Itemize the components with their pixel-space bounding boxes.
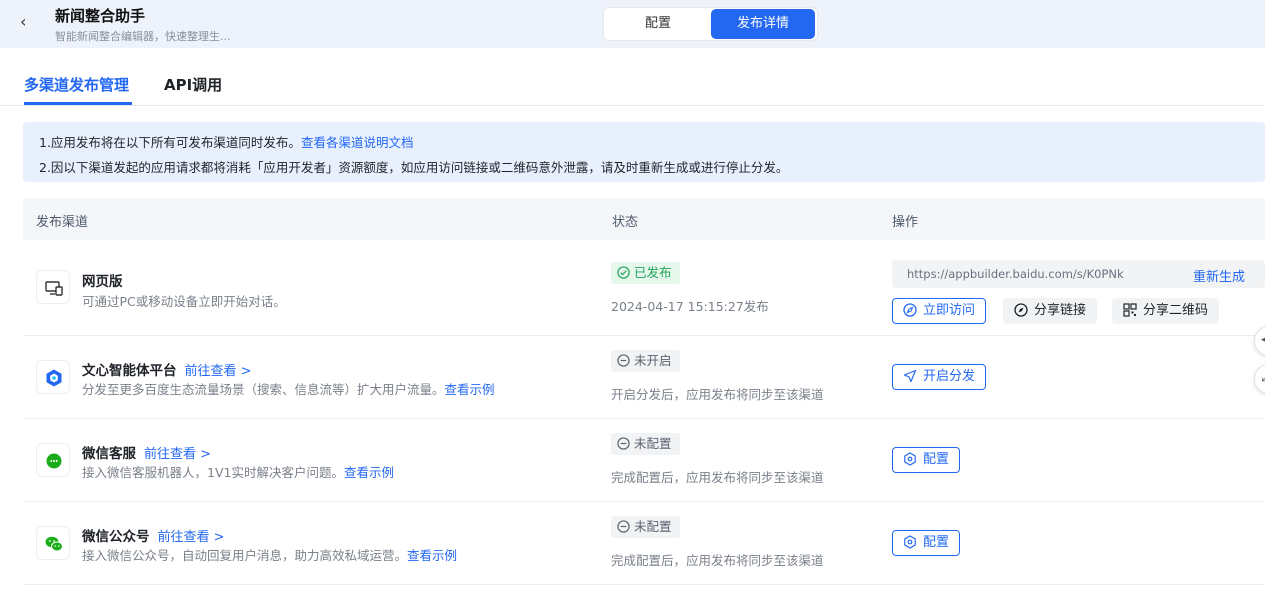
tab-multichannel-publish[interactable]: 多渠道发布管理 — [24, 74, 129, 95]
regenerate-link[interactable]: 重新生成 — [1193, 266, 1245, 285]
minus-circle-icon — [617, 520, 630, 533]
app-url: https://appbuilder.baidu.com/s/K0PNk — [907, 267, 1124, 281]
channel-desc: 接入微信公众号，自动回复用户消息，助力高效私域运营。查看示例 — [82, 548, 458, 563]
expand-icon: ⤢ — [1261, 370, 1265, 385]
check-circle-icon — [617, 266, 630, 279]
publish-time: 2024-04-17 15:15:27发布 — [611, 299, 769, 314]
notice-line-1: 1.应用发布将在以下所有可发布渠道同时发布。查看各渠道说明文档 — [39, 132, 413, 151]
channel-desc: 可通过PC或移动设备立即开始对话。 — [82, 294, 286, 309]
column-header-status: 状态 — [612, 215, 639, 230]
status-badge: 未开启 — [611, 350, 680, 372]
app-url-field[interactable]: https://appbuilder.baidu.com/s/K0PNk 重新生… — [892, 260, 1265, 288]
channel-name: 文心智能体平台 前往查看 > — [82, 363, 252, 379]
view-example-link[interactable]: 查看示例 — [407, 548, 457, 563]
column-header-channel: 发布渠道 — [36, 215, 89, 230]
go-view-link[interactable]: 前往查看 > — [158, 530, 225, 545]
status-badge: 未配置 — [611, 516, 680, 538]
table-row-wechat-official: 微信公众号 前往查看 > 接入微信公众号，自动回复用户消息，助力高效私域运营。查看… — [23, 502, 1265, 585]
view-example-link[interactable]: 查看示例 — [445, 382, 495, 397]
status-badge: 未配置 — [611, 433, 680, 455]
table-header: 发布渠道 状态 操作 — [23, 198, 1265, 240]
status-text: 已发布 — [634, 265, 672, 280]
go-view-link[interactable]: 前往查看 > — [185, 364, 252, 379]
channel-name: 微信公众号 前往查看 > — [82, 529, 225, 545]
top-bar: ‹ 新闻整合助手 智能新闻整合编辑器，快速整理生... 配置 发布详情 — [0, 0, 1265, 48]
table-row-web: 网页版 可通过PC或移动设备立即开始对话。 已发布 2024-04-17 15:… — [23, 240, 1265, 336]
share-qrcode-button[interactable]: 分享二维码 — [1112, 298, 1220, 324]
view-example-link[interactable]: 查看示例 — [344, 465, 394, 480]
publish-notice: 1.应用发布将在以下所有可发布渠道同时发布。查看各渠道说明文档 2.因以下渠道发… — [23, 122, 1265, 182]
send-icon — [903, 369, 917, 383]
table-row-wechat-service: 微信客服 前往查看 > 接入微信客服机器人，1V1实时解决客户问题。查看示例 未配… — [23, 419, 1265, 502]
gear-icon — [904, 452, 916, 466]
notice-line-1-text: 1.应用发布将在以下所有可发布渠道同时发布。 — [39, 135, 301, 150]
status-text: 未开启 — [634, 353, 672, 368]
minus-circle-icon — [617, 354, 630, 367]
table-row-wenxin: 文心智能体平台 前往查看 > 分发至更多百度生态流量场景（搜索、信息流等）扩大用户… — [23, 336, 1265, 419]
status-badge: 已发布 — [611, 262, 680, 284]
column-header-actions: 操作 — [892, 215, 919, 230]
status-hint: 开启分发后，应用发布将同步至该渠道 — [611, 387, 824, 402]
channel-desc: 分发至更多百度生态流量场景（搜索、信息流等）扩大用户流量。查看示例 — [82, 382, 495, 397]
back-arrow-icon[interactable]: ‹ — [20, 13, 36, 31]
status-text: 未配置 — [634, 436, 672, 451]
visit-now-button[interactable]: 立即访问 — [892, 298, 987, 324]
configure-button[interactable]: 配置 — [892, 447, 961, 473]
channel-name: 微信客服 前往查看 > — [82, 446, 212, 462]
channel-name: 网页版 — [82, 274, 123, 290]
qrcode-icon — [1123, 303, 1137, 317]
go-view-link[interactable]: 前往查看 > — [144, 447, 211, 462]
status-text: 未配置 — [634, 519, 672, 534]
channel-desc: 接入微信客服机器人，1V1实时解决客户问题。查看示例 — [82, 465, 394, 480]
compass-icon — [903, 303, 917, 317]
share-link-button[interactable]: 分享链接 — [1003, 298, 1098, 324]
app-subtitle: 智能新闻整合编辑器，快速整理生... — [55, 30, 231, 43]
status-hint: 完成配置后，应用发布将同步至该渠道 — [611, 470, 824, 485]
share-compass-icon — [1014, 303, 1028, 317]
wechat-official-icon — [36, 526, 70, 560]
gear-icon — [904, 535, 916, 549]
app-title: 新闻整合助手 — [55, 7, 146, 25]
segment-config[interactable]: 配置 — [606, 9, 710, 39]
notice-line-2: 2.因以下渠道发起的应用请求都将消耗「应用开发者」资源额度，如应用访问链接或二维… — [39, 160, 789, 175]
minus-circle-icon — [617, 437, 630, 450]
chevron-left-icon: ◂ — [1261, 332, 1265, 347]
wechat-service-icon — [36, 443, 70, 477]
wenxin-agent-icon — [36, 360, 70, 394]
tab-divider — [0, 105, 1265, 106]
monitor-phone-icon — [36, 270, 70, 304]
enable-distribution-button[interactable]: 开启分发 — [892, 364, 987, 390]
tab-api-call[interactable]: API调用 — [164, 74, 222, 95]
view-switcher: 配置 发布详情 — [603, 7, 818, 41]
configure-button[interactable]: 配置 — [892, 530, 961, 556]
channel-docs-link[interactable]: 查看各渠道说明文档 — [301, 135, 414, 150]
status-hint: 完成配置后，应用发布将同步至该渠道 — [611, 553, 824, 568]
segment-publish-details[interactable]: 发布详情 — [711, 9, 815, 39]
